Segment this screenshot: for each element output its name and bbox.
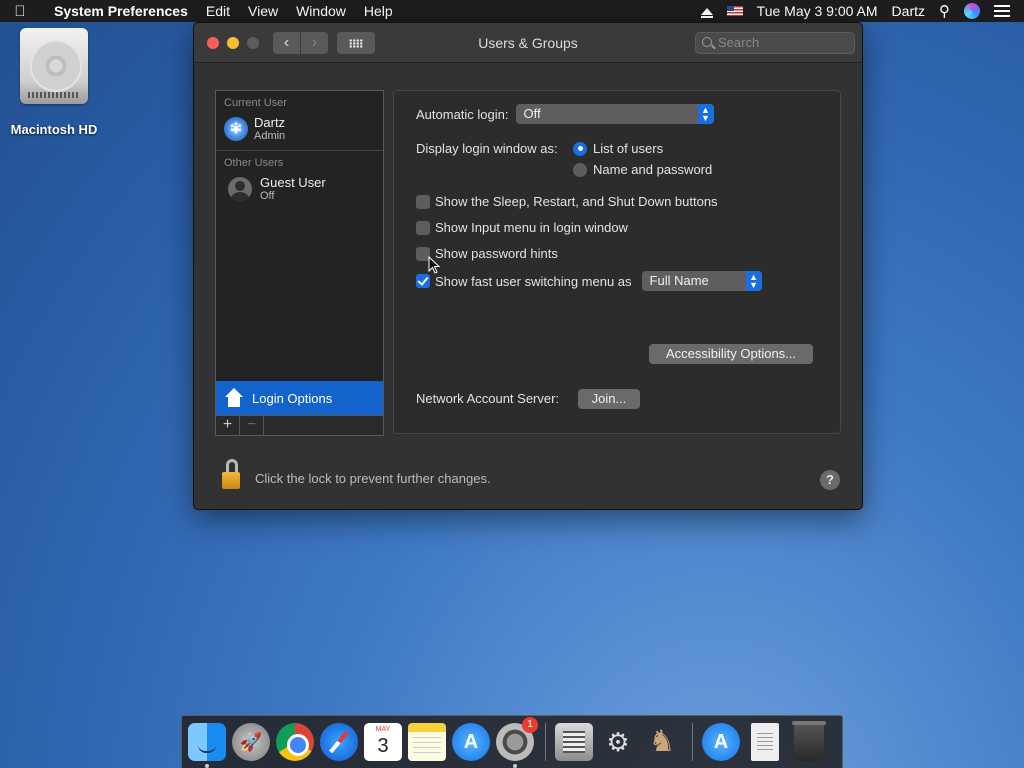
- safari-icon[interactable]: [320, 723, 358, 761]
- user-name: Guest User: [260, 175, 326, 190]
- eject-icon[interactable]: [700, 7, 713, 18]
- chrome-icon[interactable]: [276, 723, 314, 761]
- siri-icon[interactable]: [964, 3, 980, 19]
- system-preferences-icon[interactable]: 1: [496, 717, 538, 768]
- radio-list-of-users[interactable]: List of users: [573, 141, 663, 156]
- join-button[interactable]: Join...: [578, 389, 640, 409]
- document-icon[interactable]: [751, 723, 779, 761]
- user-item-dartz[interactable]: Dartz Admin: [216, 111, 383, 147]
- running-indicator: [205, 764, 209, 768]
- snowflake-avatar-icon: [224, 117, 248, 141]
- radio-button-selected[interactable]: [573, 141, 587, 156]
- automatic-login-label: Automatic login:: [416, 106, 509, 122]
- fast-user-switching-select[interactable]: Full Name ▲ ▼: [641, 271, 762, 291]
- user-role: Admin: [254, 130, 286, 142]
- checkbox-label: Show fast user switching menu as: [435, 273, 632, 289]
- menu-view[interactable]: View: [239, 3, 287, 19]
- add-remove-bar: + −: [216, 415, 383, 435]
- radio-name-and-password[interactable]: Name and password: [573, 162, 712, 177]
- login-options-item[interactable]: Login Options: [216, 381, 383, 415]
- other-users-header: Other Users: [224, 157, 284, 169]
- notification-badge: 1: [522, 717, 538, 733]
- users-list: Current User Dartz Admin Other Users Gue…: [215, 90, 384, 436]
- user-name: Dartz: [254, 115, 286, 130]
- checkbox-fast-user-switching[interactable]: Show fast user switching menu as Full Na…: [416, 271, 762, 291]
- downloads-folder-icon[interactable]: A: [702, 723, 740, 761]
- login-options-label: Login Options: [252, 390, 333, 406]
- checkbox-input-menu[interactable]: Show Input menu in login window: [416, 220, 628, 235]
- spotlight-icon[interactable]: ⚲: [939, 2, 950, 20]
- calendar-day: 3: [377, 735, 389, 757]
- lock-body: [222, 472, 240, 489]
- lock-status-text: Click the lock to prevent further change…: [255, 471, 491, 486]
- disk-utility-icon[interactable]: [555, 723, 593, 761]
- automatic-login-value: Off: [523, 106, 541, 121]
- radio-label: List of users: [593, 141, 664, 156]
- remove-user-button[interactable]: −: [240, 416, 264, 435]
- mouse-cursor-icon: [428, 256, 440, 274]
- dock-separator: [692, 723, 693, 761]
- menu-bar:  System Preferences Edit View Window He…: [0, 0, 1024, 22]
- radio-button[interactable]: [573, 162, 587, 177]
- chevron-updown-icon: ▲ ▼: [745, 271, 762, 291]
- display-login-label: Display login window as:: [416, 141, 558, 156]
- checkbox[interactable]: [416, 220, 430, 235]
- launchpad-icon[interactable]: [232, 723, 270, 761]
- calendar-month: MAY: [375, 726, 391, 733]
- trash-icon[interactable]: [792, 721, 826, 761]
- checkbox-sleep-restart-shutdown[interactable]: Show the Sleep, Restart, and Shut Down b…: [416, 194, 718, 209]
- checkbox-label: Show password hints: [435, 246, 558, 261]
- menu-app-name[interactable]: System Preferences: [40, 3, 197, 19]
- search-input[interactable]: Search: [695, 32, 855, 54]
- help-button[interactable]: ?: [820, 470, 840, 490]
- search-icon: [702, 37, 712, 47]
- accessibility-options-button[interactable]: Accessibility Options...: [649, 344, 813, 364]
- lock-shackle: [226, 459, 238, 473]
- menu-extras: Tue May 3 9:00 AM Dartz ⚲: [700, 0, 1024, 22]
- automatic-login-select[interactable]: Off ▲ ▼: [515, 104, 714, 124]
- users-groups-window: ‹ › Users & Groups Search Current User D…: [193, 22, 863, 510]
- desktop-drive-label: Macintosh HD: [10, 122, 98, 137]
- checkbox-label: Show the Sleep, Restart, and Shut Down b…: [435, 194, 718, 209]
- hard-drive-icon[interactable]: [20, 28, 88, 104]
- running-indicator: [513, 764, 517, 768]
- checkbox-checked[interactable]: [416, 274, 430, 288]
- add-user-button[interactable]: +: [216, 416, 240, 435]
- radio-label: Name and password: [593, 162, 713, 177]
- house-icon: [224, 388, 244, 408]
- desktop-drive-icon[interactable]: Macintosh HD: [6, 28, 102, 137]
- app-store-icon[interactable]: A: [452, 723, 490, 761]
- notes-icon[interactable]: [408, 723, 446, 761]
- input-source-flag-icon[interactable]: [726, 6, 743, 16]
- window-titlebar[interactable]: ‹ › Users & Groups Search: [194, 23, 862, 63]
- menu-user-name[interactable]: Dartz: [892, 3, 925, 19]
- dock-separator: [545, 723, 546, 761]
- current-user-header: Current User: [224, 97, 287, 109]
- menu-help[interactable]: Help: [355, 3, 402, 19]
- apple-menu-icon[interactable]: : [0, 3, 40, 20]
- menu-clock[interactable]: Tue May 3 9:00 AM: [757, 3, 878, 19]
- fast-user-switching-value: Full Name: [649, 273, 709, 288]
- lock-icon[interactable]: [222, 459, 240, 489]
- checkbox[interactable]: [416, 194, 430, 209]
- notification-center-icon[interactable]: [994, 5, 1010, 17]
- grab-icon[interactable]: [599, 723, 637, 761]
- menu-window[interactable]: Window: [287, 3, 355, 19]
- automatic-login-row: Automatic login: Off ▲ ▼: [416, 104, 714, 124]
- network-account-server-label: Network Account Server:: [416, 391, 560, 406]
- calendar-icon[interactable]: MAY 3: [364, 723, 402, 761]
- finder-icon[interactable]: [188, 723, 226, 768]
- login-options-panel: Automatic login: Off ▲ ▼ Display login wi…: [393, 90, 841, 434]
- chess-icon[interactable]: [643, 723, 681, 761]
- dock: MAY 3 A 1 A: [181, 715, 843, 768]
- user-item-guest[interactable]: Guest User Off: [216, 171, 383, 207]
- checkbox-label: Show Input menu in login window: [435, 220, 628, 235]
- guest-avatar-icon: [228, 177, 252, 201]
- menu-edit[interactable]: Edit: [197, 3, 239, 19]
- user-role: Off: [260, 190, 275, 202]
- chevron-updown-icon: ▲ ▼: [697, 104, 714, 124]
